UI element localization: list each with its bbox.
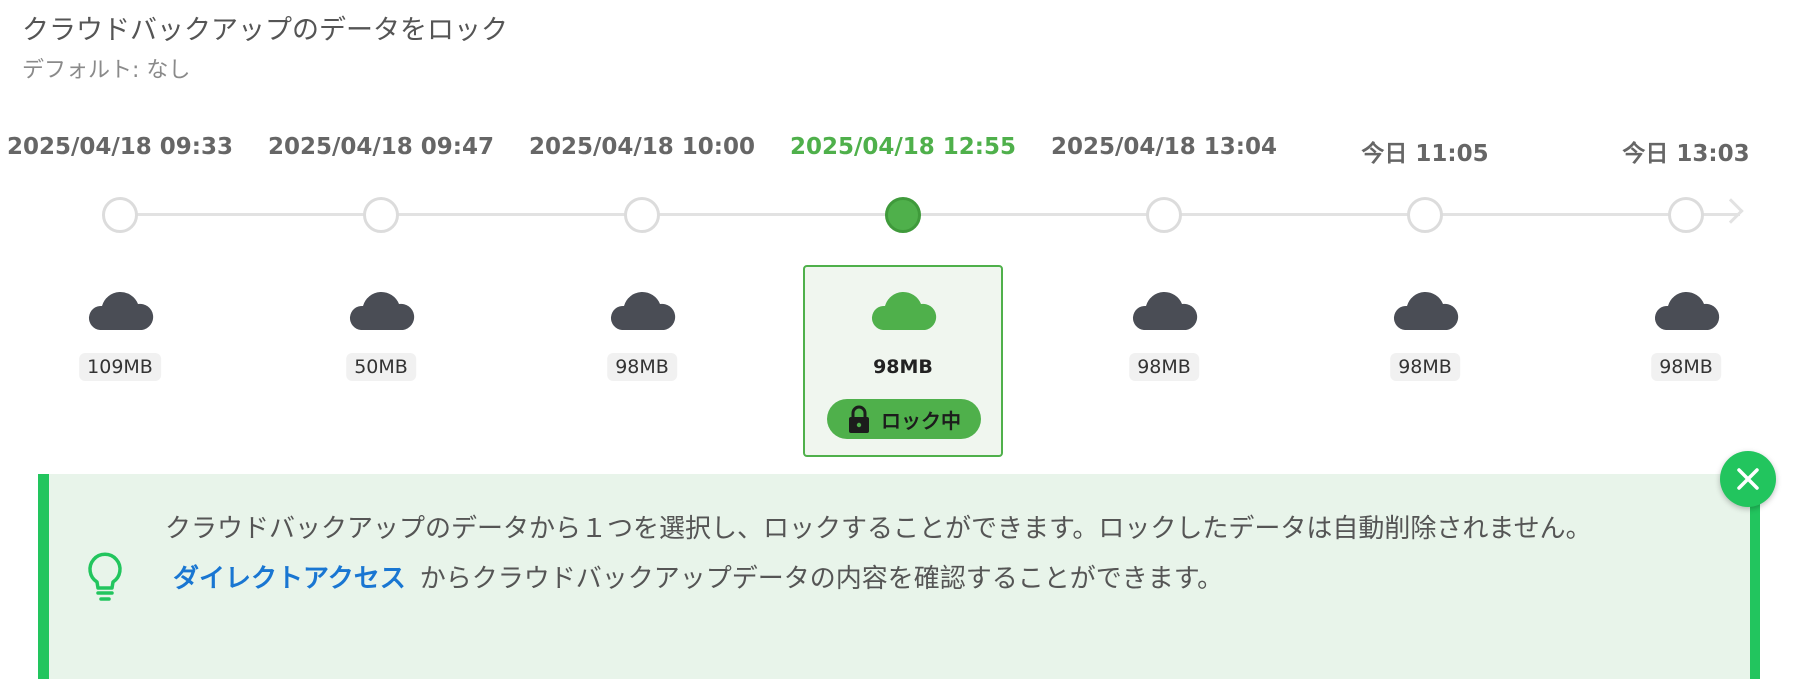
cloud-icon bbox=[871, 291, 937, 330]
snapshot-date: 2025/04/18 09:47 bbox=[267, 134, 495, 160]
lock-badge-label: ロック中 bbox=[881, 408, 961, 433]
snapshot-size: 98MB bbox=[1129, 353, 1199, 381]
cloud-icon bbox=[1132, 291, 1198, 330]
cloud-icon bbox=[610, 291, 676, 330]
snapshot-date: 2025/04/18 12:55 bbox=[789, 134, 1017, 160]
snapshot-date: 2025/04/18 13:04 bbox=[1050, 134, 1278, 160]
snapshot-item-selected[interactable]: 2025/04/18 12:55 98MB ロック中 bbox=[790, 0, 1016, 470]
info-text-suffix: からクラウドバックアップデータの内容を確認することができます。 bbox=[419, 564, 1224, 594]
cloud-icon bbox=[349, 291, 415, 330]
close-button[interactable] bbox=[1720, 451, 1776, 507]
lightbulb-icon bbox=[88, 552, 122, 601]
snapshot-date: 2025/04/18 09:33 bbox=[6, 134, 234, 160]
snapshot-size: 50MB bbox=[346, 353, 416, 381]
snapshot-item[interactable]: 2025/04/18 10:00 98MB bbox=[529, 0, 755, 470]
snapshot-radio[interactable] bbox=[102, 197, 138, 233]
close-icon bbox=[1737, 468, 1759, 490]
snapshot-size: 98MB bbox=[1390, 353, 1460, 381]
cloud-icon bbox=[1654, 291, 1720, 330]
snapshot-size: 109MB bbox=[79, 353, 161, 381]
snapshot-size: 98MB bbox=[873, 356, 933, 378]
snapshot-radio[interactable] bbox=[1668, 197, 1704, 233]
direct-access-link[interactable]: ダイレクトアクセス bbox=[173, 564, 406, 594]
lock-icon bbox=[849, 405, 869, 433]
snapshot-item[interactable]: 今日 11:05 98MB bbox=[1325, 0, 1525, 470]
backup-timeline: 2025/04/18 09:33 109MB 2025/04/18 09:47 … bbox=[0, 0, 1794, 470]
lock-status-badge: ロック中 bbox=[827, 399, 981, 439]
snapshot-size: 98MB bbox=[1651, 353, 1721, 381]
info-panel: クラウドバックアップのデータから１つを選択し、ロックすることができます。ロックし… bbox=[38, 474, 1760, 679]
snapshot-radio[interactable] bbox=[363, 197, 399, 233]
info-text-line1: クラウドバックアップのデータから１つを選択し、ロックすることができます。ロックし… bbox=[165, 514, 1592, 544]
snapshot-radio-selected[interactable] bbox=[885, 197, 921, 233]
snapshot-size: 98MB bbox=[607, 353, 677, 381]
snapshot-item[interactable]: 2025/04/18 13:04 98MB bbox=[1051, 0, 1277, 470]
snapshot-radio[interactable] bbox=[624, 197, 660, 233]
snapshot-date: 2025/04/18 10:00 bbox=[528, 134, 756, 160]
cloud-icon bbox=[1393, 291, 1459, 330]
snapshot-item[interactable]: 2025/04/18 09:33 109MB bbox=[7, 0, 233, 470]
snapshot-date: 今日 11:05 bbox=[1361, 141, 1489, 167]
snapshot-radio[interactable] bbox=[1146, 197, 1182, 233]
info-text-line2: ダイレクトアクセス からクラウドバックアップデータの内容を確認することができます。 bbox=[165, 558, 1223, 595]
snapshot-item[interactable]: 今日 13:03 98MB bbox=[1586, 0, 1786, 470]
cloud-icon bbox=[88, 291, 154, 330]
snapshot-radio[interactable] bbox=[1407, 197, 1443, 233]
snapshot-item[interactable]: 2025/04/18 09:47 50MB bbox=[268, 0, 494, 470]
snapshot-date: 今日 13:03 bbox=[1622, 141, 1750, 167]
